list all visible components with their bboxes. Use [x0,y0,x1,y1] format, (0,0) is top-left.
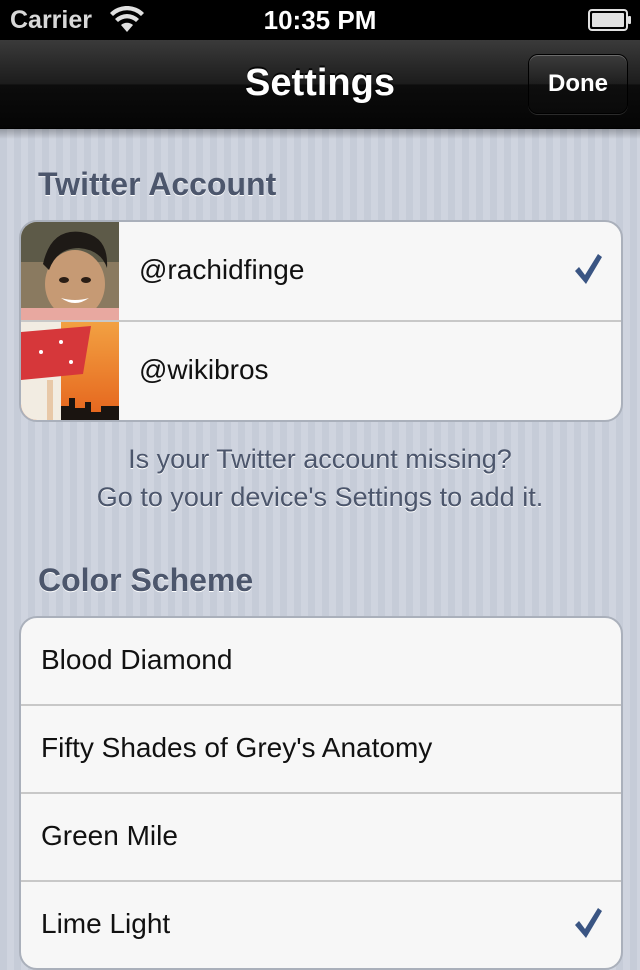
color-scheme-header: Color Scheme [38,562,254,598]
scheme-label: Green Mile [41,820,178,851]
scheme-label: Blood Diamond [41,644,233,675]
done-button[interactable]: Done [528,54,628,114]
twitter-account-list: @rachidfinge @wikibros [19,220,623,422]
account-handle: @wikibros [139,354,269,385]
account-row-wikibros[interactable]: @wikibros [21,322,621,420]
color-scheme-list: Blood Diamond Fifty Shades of Grey's Ana… [19,616,623,970]
avatar-sunset-icon [21,322,119,420]
scheme-row-blood-diamond[interactable]: Blood Diamond [21,618,621,706]
navigation-bar: Settings Done [0,40,640,129]
twitter-missing-note: Is your Twitter account missing? Go to y… [0,440,640,516]
account-handle: @rachidfinge [139,254,305,285]
checkmark-icon [575,908,602,938]
note-line-2: Go to your device's Settings to add it. [96,482,544,512]
scheme-label: Lime Light [41,908,171,939]
nav-shadow [0,129,640,139]
scheme-row-fifty-shades[interactable]: Fifty Shades of Grey's Anatomy [21,706,621,794]
scheme-row-lime-light[interactable]: Lime Light [21,882,621,968]
account-row-rachidfinge[interactable]: @rachidfinge [21,222,621,322]
status-time: 10:35 PM [263,5,377,35]
battery-icon [588,9,631,31]
scheme-row-green-mile[interactable]: Green Mile [21,794,621,882]
checkmark-icon [575,254,602,284]
twitter-account-header: Twitter Account [38,166,277,202]
status-bar: Carrier 10:35 PM [0,0,640,40]
note-line-1: Is your Twitter account missing? [128,444,512,474]
scheme-label: Fifty Shades of Grey's Anatomy [41,732,433,763]
avatar-man-icon [21,222,119,320]
